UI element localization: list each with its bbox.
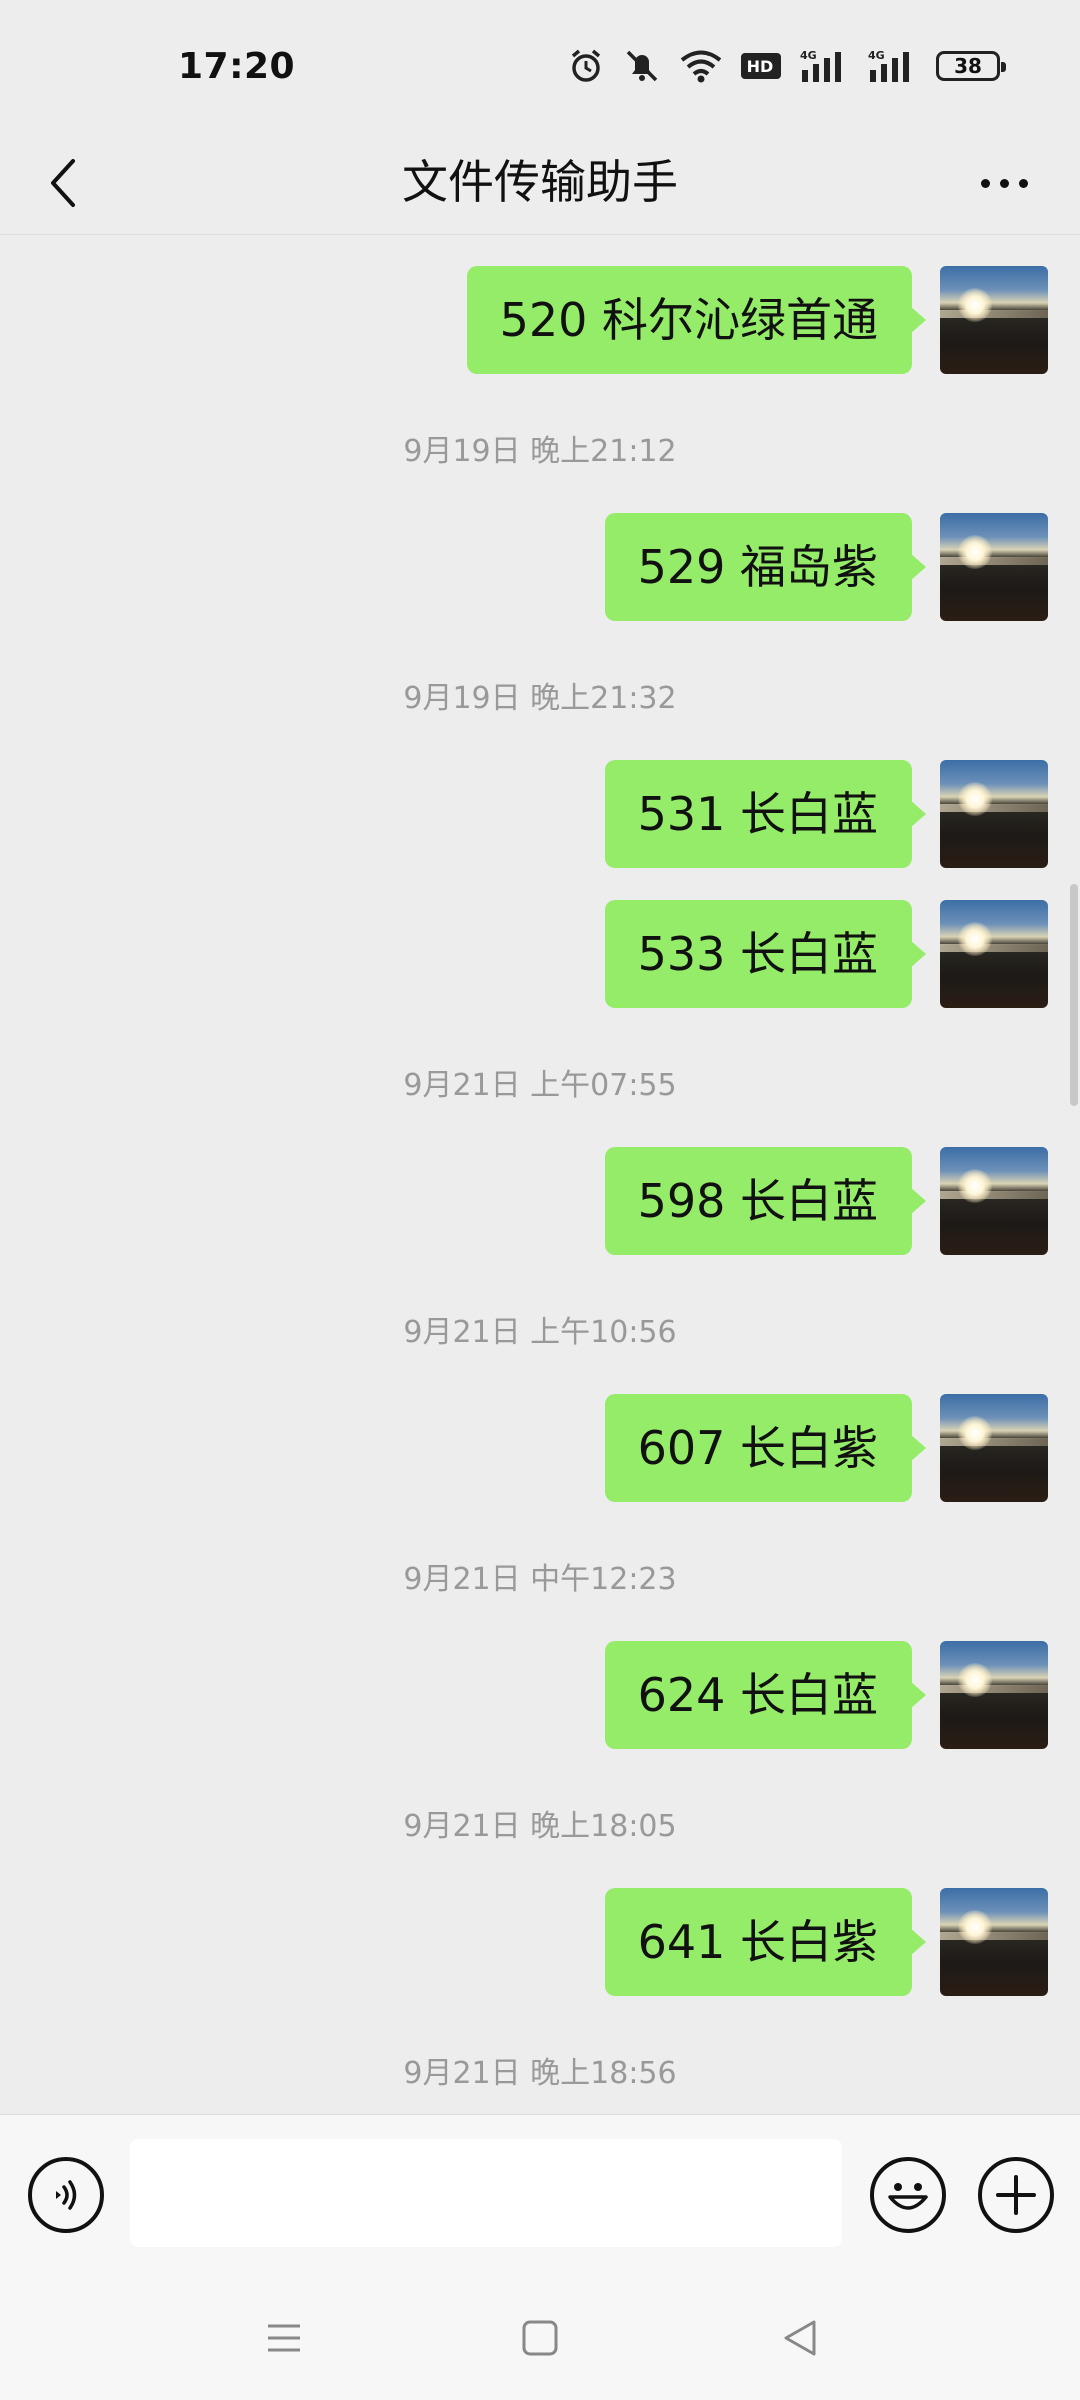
status-bar: 17:20 HD 4G 4G 38 [0,0,1080,130]
menu-icon [268,2324,300,2352]
message-bubble[interactable]: 607 长白紫 [604,1394,927,1502]
avatar[interactable] [940,1641,1048,1749]
avatar[interactable] [940,266,1048,374]
home-icon [522,2320,558,2356]
nav-back-button[interactable] [770,2308,830,2368]
message-bubble[interactable]: 533 长白蓝 [604,900,927,1008]
message-row[interactable]: 533 长白蓝 [604,900,1048,1008]
back-icon [784,2320,816,2356]
svg-text:HD: HD [747,57,774,76]
avatar[interactable] [940,1147,1048,1255]
timestamp: 9月21日 上午07:55 [403,1068,677,1103]
emoji-button[interactable] [870,2157,946,2233]
voice-icon [56,2180,77,2210]
message-row[interactable]: 529 福岛紫 [604,513,1048,621]
signal-4g-icon: 4G [868,49,909,82]
message-row[interactable]: 624 长白蓝 [604,1641,1048,1749]
avatar[interactable] [940,513,1048,621]
signal-4g-icon: 4G [800,49,841,82]
voice-button[interactable] [28,2157,104,2233]
message-bubble[interactable]: 641 长白紫 [604,1888,927,1996]
avatar[interactable] [940,760,1048,868]
more-icon [980,178,990,188]
message-bubble[interactable]: 529 福岛紫 [604,513,927,621]
more-button[interactable] [964,148,1044,218]
system-nav-bar [0,2274,1080,2400]
plus-button[interactable] [978,2157,1054,2233]
plus-icon [996,2175,1036,2215]
chat-area[interactable]: 520 科尔沁绿首通 9月19日 晚上21:12 529 福岛紫 9月19日 晚… [0,236,1080,2114]
avatar[interactable] [940,1394,1048,1502]
message-row[interactable]: 641 长白紫 [604,1888,1048,1996]
mute-icon [626,50,658,82]
timestamp: 9月19日 晚上21:12 [403,434,677,469]
recents-button[interactable] [254,2308,314,2368]
input-bar [0,2114,1080,2275]
message-row[interactable]: 598 长白蓝 [604,1147,1048,1255]
message-bubble[interactable]: 624 长白蓝 [604,1641,927,1749]
status-icons: HD 4G 4G 38 [568,42,1006,90]
status-time: 17:20 [178,46,296,87]
message-row[interactable]: 531 长白蓝 [604,760,1048,868]
page-title: 文件传输助手 [402,155,678,209]
emoji-icon [888,2183,928,2210]
message-bubble[interactable]: 531 长白蓝 [604,760,927,868]
timestamp: 9月21日 上午10:56 [403,1315,677,1350]
hd-icon: HD [741,53,781,79]
timestamp: 9月21日 晚上18:56 [403,2056,677,2091]
alarm-icon [571,49,601,82]
more-icon [999,178,1009,188]
more-icon [1018,178,1028,188]
timestamp: 9月21日 中午12:23 [403,1562,677,1597]
home-button[interactable] [510,2308,570,2368]
timestamp: 9月21日 晚上18:05 [403,1809,677,1844]
message-input[interactable] [130,2139,842,2247]
avatar[interactable] [940,1888,1048,1996]
message-row[interactable]: 520 科尔沁绿首通 [466,266,1048,374]
svg-text:4G: 4G [800,49,817,62]
svg-text:4G: 4G [868,49,885,62]
scrollbar[interactable] [1070,884,1078,1106]
message-bubble[interactable]: 598 长白蓝 [604,1147,927,1255]
avatar[interactable] [940,900,1048,1008]
battery-indicator: 38 [936,51,1006,81]
timestamp: 9月19日 晚上21:32 [403,681,677,716]
wifi-icon [680,50,722,83]
message-row[interactable]: 607 长白紫 [604,1394,1048,1502]
message-bubble[interactable]: 520 科尔沁绿首通 [466,266,927,374]
chat-header: 文件传输助手 [0,130,1080,235]
